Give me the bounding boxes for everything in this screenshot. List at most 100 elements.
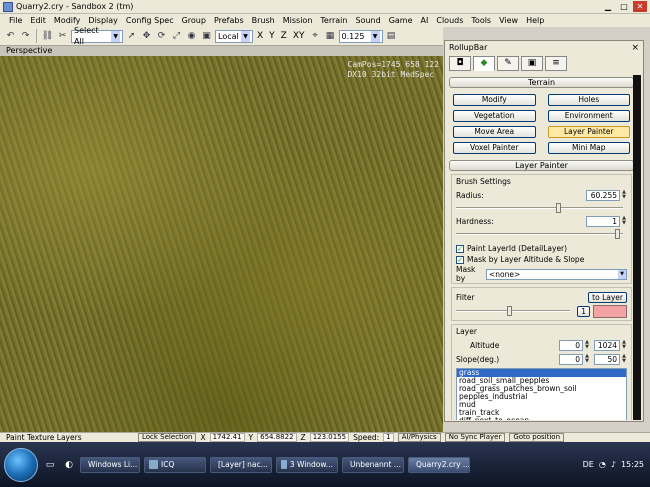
coord-system-dropdown[interactable]: Local ▼ — [215, 29, 253, 43]
lock-selection-button[interactable]: Lock Selection — [138, 433, 197, 442]
redo-icon[interactable]: ↷ — [19, 30, 32, 43]
voxel-painter-button[interactable]: Voxel Painter — [453, 142, 536, 154]
menu-view[interactable]: View — [496, 16, 521, 25]
menu-display[interactable]: Display — [85, 16, 121, 25]
display-icon[interactable]: ▣ — [521, 56, 543, 71]
layer-painter-section-header[interactable]: Layer Painter — [449, 160, 634, 171]
spinner-icon[interactable]: ▲ ▼ — [621, 339, 627, 351]
list-item[interactable]: diff_next_to_ocean — [457, 417, 626, 421]
menu-mission[interactable]: Mission — [280, 16, 316, 25]
menu-prefabs[interactable]: Prefabs — [211, 16, 247, 25]
slider-thumb[interactable] — [556, 203, 562, 213]
camera-icon[interactable]: ◘ — [449, 56, 471, 71]
quicklaunch-icon[interactable]: ◐ — [62, 458, 76, 472]
checkmark-icon[interactable]: ✓ — [456, 255, 464, 264]
spinner-icon[interactable]: ▲ ▼ — [584, 353, 590, 365]
filter-color-swatch[interactable] — [593, 304, 627, 318]
holes-button[interactable]: Holes — [547, 94, 630, 106]
spinner-icon[interactable]: ▲ ▼ — [621, 189, 627, 201]
move-icon[interactable]: ✥ — [140, 30, 153, 43]
terrain-section-header[interactable]: Terrain — [449, 77, 634, 88]
hardness-input[interactable]: 1 — [586, 215, 620, 227]
minimize-icon[interactable]: ▁ — [601, 1, 615, 12]
slope-max-input[interactable]: 50 — [594, 353, 620, 365]
radius-slider[interactable] — [456, 202, 623, 214]
list-item[interactable]: pepples_industrial — [457, 393, 626, 401]
mini-map-button[interactable]: Mini Map — [547, 142, 630, 154]
menu-brush[interactable]: Brush — [249, 16, 278, 25]
link-icon[interactable]: ⛓ — [41, 30, 54, 43]
no-sync-player-button[interactable]: No Sync Player — [444, 433, 506, 442]
menu-edit[interactable]: Edit — [27, 16, 49, 25]
move-area-button[interactable]: Move Area — [453, 126, 536, 138]
mask-by-dropdown[interactable]: <none> ▼ — [486, 268, 627, 280]
task-icq[interactable]: ICQ — [144, 456, 206, 473]
rollup-scrollbar[interactable] — [633, 75, 641, 420]
notes-icon[interactable]: ▤ — [385, 30, 398, 43]
spinner-icon[interactable]: ▲ ▼ — [621, 353, 627, 365]
grid-icon[interactable]: ▦ — [324, 30, 337, 43]
brush-icon[interactable]: ✎ — [497, 56, 519, 71]
layer-painter-button[interactable]: Layer Painter — [547, 126, 630, 138]
vegetation-button[interactable]: Vegetation — [453, 110, 536, 122]
terrain-icon[interactable]: ◆ — [473, 56, 495, 71]
filter-slider[interactable] — [456, 305, 571, 317]
menu-tools[interactable]: Tools — [468, 16, 494, 25]
radius-input[interactable]: 60.255 — [586, 189, 620, 201]
menu-ai[interactable]: AI — [418, 16, 432, 25]
task-windows-live[interactable]: Windows Li... — [80, 456, 140, 473]
menu-modify[interactable]: Modify — [51, 16, 84, 25]
snap-icon[interactable]: ⌖ — [309, 30, 322, 43]
scale-icon[interactable]: ⤢ — [170, 30, 183, 43]
axis-y-button[interactable]: Y — [267, 31, 277, 41]
menu-help[interactable]: Help — [523, 16, 547, 25]
language-indicator[interactable]: DE — [583, 460, 594, 469]
viewport-header[interactable]: Perspective — [0, 46, 443, 56]
quicklaunch-icon[interactable]: ▭ — [43, 458, 57, 472]
filter-index-button[interactable]: 1 — [577, 305, 590, 317]
spinner-icon[interactable]: ▲ ▼ — [584, 339, 590, 351]
spinner-icon[interactable]: ▲ ▼ — [621, 215, 627, 227]
maximize-icon[interactable]: □ — [617, 1, 631, 12]
axis-xy-button[interactable]: XY — [291, 31, 307, 41]
altitude-max-input[interactable]: 1024 — [594, 339, 620, 351]
menu-clouds[interactable]: Clouds — [433, 16, 466, 25]
task-layer[interactable]: [Layer] nac... — [210, 456, 272, 473]
task-unbenannt[interactable]: Unbenannt ... — [342, 456, 404, 473]
goto-position-button[interactable]: Goto position — [509, 433, 565, 442]
altitude-min-input[interactable]: 0 — [559, 339, 583, 351]
select-area-icon[interactable]: ▣ — [200, 30, 213, 43]
task-quarry2[interactable]: Quarry2.cry ... — [408, 456, 470, 473]
unlink-icon[interactable]: ✂ — [56, 30, 69, 43]
menu-group[interactable]: Group — [179, 16, 209, 25]
slider-thumb[interactable] — [614, 229, 620, 239]
task-windows[interactable]: 3 Window... — [276, 456, 338, 473]
paint-layer-checkbox[interactable]: ✓ Paint LayerId (DetailLayer) — [456, 243, 627, 254]
hardness-slider[interactable] — [456, 228, 623, 240]
speed-input[interactable]: 1 — [383, 433, 394, 442]
layers-icon[interactable]: ≡ — [545, 56, 567, 71]
terrain-snap-icon[interactable]: ◉ — [185, 30, 198, 43]
start-button[interactable] — [4, 447, 38, 482]
menu-terrain[interactable]: Terrain — [317, 16, 350, 25]
modify-button[interactable]: Modify — [453, 94, 536, 106]
menu-sound[interactable]: Sound — [352, 16, 383, 25]
undo-icon[interactable]: ↶ — [4, 30, 17, 43]
menu-file[interactable]: File — [6, 16, 25, 25]
perspective-viewport[interactable]: CamPos=1745 658 122 DX10 32bit MedSpec — [0, 56, 443, 432]
mask-altitude-checkbox[interactable]: ✓ Mask by Layer Altitude & Slope — [456, 254, 627, 265]
environment-button[interactable]: Environment — [547, 110, 630, 122]
rotate-icon[interactable]: ⟳ — [155, 30, 168, 43]
close-icon[interactable]: × — [631, 41, 639, 55]
select-cursor-icon[interactable]: ➚ — [125, 30, 138, 43]
menu-config-spec[interactable]: Config Spec — [123, 16, 177, 25]
axis-z-button[interactable]: Z — [279, 31, 289, 41]
slope-min-input[interactable]: 0 — [559, 353, 583, 365]
ai-physics-button[interactable]: AI/Physics — [397, 433, 441, 442]
clock[interactable]: 15:25 — [621, 460, 644, 469]
tray-icon[interactable]: ◔ — [599, 460, 606, 469]
slider-thumb[interactable] — [507, 306, 513, 316]
selection-dropdown[interactable]: Select All ▼ — [71, 26, 123, 46]
close-icon[interactable]: ✕ — [633, 1, 647, 12]
menu-game[interactable]: Game — [386, 16, 416, 25]
